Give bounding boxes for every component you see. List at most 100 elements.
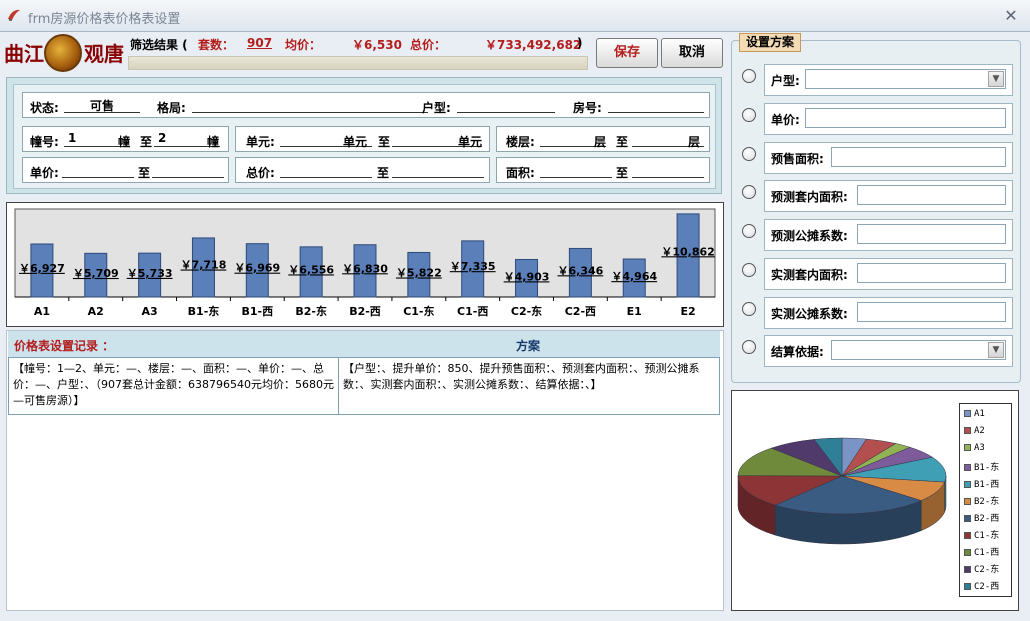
settlement-basis-select[interactable] — [831, 340, 1006, 360]
x-tick-label: B1-西 — [242, 305, 274, 318]
pie-chart — [737, 437, 947, 545]
status-label: 状态: — [30, 101, 59, 115]
summary-count-value: 907 — [247, 36, 273, 50]
close-icon[interactable]: ✕ — [1000, 6, 1022, 26]
legend-swatch — [964, 549, 971, 556]
radio-settlement-basis[interactable] — [742, 340, 756, 354]
area-label: 面积: — [506, 166, 535, 180]
save-button[interactable]: 保存 — [596, 38, 658, 68]
floor-unit-label-2: 层 — [688, 135, 701, 149]
x-tick-label: E2 — [680, 305, 695, 318]
est-inner-area-input[interactable] — [857, 185, 1006, 205]
legend-item: B2-西 — [964, 511, 999, 524]
bar-chart-panel: ￥6,927 A1 ￥5,709 A2 ￥5,733 A3 ￥7,718 B1-东 ￥6,969… — [6, 202, 724, 327]
legend-swatch — [964, 583, 971, 590]
x-tick-label: C1-西 — [457, 305, 488, 318]
settings-title: 设置方案 — [739, 33, 801, 52]
price-to-field[interactable] — [152, 162, 224, 178]
radio-act-share-ratio[interactable] — [742, 302, 756, 316]
x-tick-label: E1 — [627, 305, 642, 318]
radio-unit-type[interactable] — [742, 69, 756, 83]
summary-count-label: 套数： — [198, 38, 235, 52]
legend-item: C1-西 — [964, 545, 999, 558]
x-tick-label: B2-西 — [349, 305, 381, 318]
chevron-down-icon[interactable]: ▼ — [988, 342, 1004, 358]
radio-est-inner-area[interactable] — [742, 185, 756, 199]
bar-value-label: ￥5,822 — [396, 266, 442, 279]
area-to-field[interactable] — [632, 162, 704, 178]
presale-area-input[interactable] — [831, 147, 1006, 167]
bar-value-label: ￥10,862 — [661, 245, 714, 258]
app-icon — [8, 9, 20, 21]
unit-unit-label-2: 单元 — [458, 135, 483, 149]
unit-type-select[interactable] — [805, 69, 1006, 89]
legend-item: C2-东 — [964, 562, 999, 575]
record-plan-cell: 【户型：、提升单价：850、提升预售面积：、预测套内面积：、预测公摊系数：、实测… — [343, 362, 700, 391]
act-inner-area-input[interactable] — [857, 263, 1006, 283]
setting-label-settlement-basis: 结算依据: — [771, 345, 824, 359]
price-to-label: 至 — [138, 166, 151, 180]
bar-value-label: ￥4,964 — [611, 270, 657, 283]
legend-swatch — [964, 566, 971, 573]
total-to-field[interactable] — [392, 162, 484, 178]
legend-item: A1 — [964, 409, 985, 419]
layout-field[interactable] — [192, 97, 428, 113]
radio-est-share-ratio[interactable] — [742, 224, 756, 238]
records-column-divider — [338, 357, 339, 415]
unit-unit-label: 单元 — [343, 135, 368, 149]
legend-item: B1-西 — [964, 477, 999, 490]
act-share-ratio-input[interactable] — [857, 302, 1006, 322]
legend-swatch — [964, 464, 971, 471]
x-tick-label: A2 — [88, 305, 104, 318]
x-tick-label: B1-东 — [188, 304, 220, 318]
area-from-field[interactable] — [540, 162, 612, 178]
radio-act-inner-area[interactable] — [742, 263, 756, 277]
legend-swatch — [964, 481, 971, 488]
unit-type-label: 户型: — [422, 101, 451, 115]
unit-label: 单元: — [246, 135, 275, 149]
legend-label: B2-东 — [974, 497, 1000, 507]
total-from-field[interactable] — [280, 162, 372, 178]
legend-swatch — [964, 444, 971, 451]
setting-label-est-inner-area: 预测套内面积: — [771, 190, 848, 204]
price-from-field[interactable] — [62, 162, 134, 178]
logo-emblem-icon — [44, 34, 82, 72]
radio-price[interactable] — [742, 108, 756, 122]
x-tick-label: C2-东 — [511, 304, 542, 318]
setting-label-est-share-ratio: 预测公摊系数: — [771, 229, 848, 243]
legend-label: B1-西 — [974, 480, 1000, 490]
legend-swatch — [964, 515, 971, 522]
summary-avg-label: 均价： — [285, 38, 322, 52]
records-plan-header: 方案 — [516, 339, 541, 353]
status-field[interactable]: 可售 — [64, 97, 140, 113]
building-unit-label: 幢 — [118, 135, 131, 149]
price-input[interactable] — [805, 108, 1006, 128]
pie-legend: A1 A2 A3 B1-东 B1-西 B2-东 B2-西 C1-东 C1-西 C2-东 C2-西 — [959, 403, 1012, 597]
building-to-label: 至 — [140, 135, 153, 149]
legend-item: B1-东 — [964, 460, 999, 473]
record-condition-cell: 【幢号：1—2、单元：—、楼层：—、面积：—、单价：—、总价：—、户型：、（90… — [13, 362, 334, 407]
floor-unit-label: 层 — [594, 135, 607, 149]
legend-label: C1-西 — [974, 548, 1000, 558]
cancel-button[interactable]: 取消 — [661, 38, 723, 68]
legend-swatch — [964, 410, 971, 417]
bar-value-label: ￥6,830 — [342, 262, 388, 275]
area-to-label: 至 — [616, 166, 629, 180]
x-tick-label: C2-西 — [565, 305, 596, 318]
bar-value-label: ￥6,346 — [557, 264, 603, 277]
records-title: 价格表设置记录 ： — [14, 339, 115, 353]
room-number-label: 房号: — [573, 101, 602, 115]
unit-type-field[interactable] — [457, 97, 555, 113]
radio-presale-area[interactable] — [742, 147, 756, 161]
total-label: 总价: — [246, 166, 275, 180]
chevron-down-icon[interactable]: ▼ — [988, 71, 1004, 87]
est-share-ratio-input[interactable] — [857, 224, 1006, 244]
summary-avg-value: ￥6,530 — [352, 38, 402, 52]
logo-text-left: 曲江 — [4, 42, 44, 66]
legend-label: A2 — [974, 426, 985, 436]
legend-item: A3 — [964, 443, 985, 453]
room-number-field[interactable] — [608, 97, 704, 113]
setting-label-price: 单价: — [771, 113, 800, 127]
summary-suffix: ) — [577, 36, 583, 50]
bar-chart: ￥6,927 A1 ￥5,709 A2 ￥5,733 A3 ￥7,718 B1-东 ￥6,969… — [14, 208, 716, 318]
